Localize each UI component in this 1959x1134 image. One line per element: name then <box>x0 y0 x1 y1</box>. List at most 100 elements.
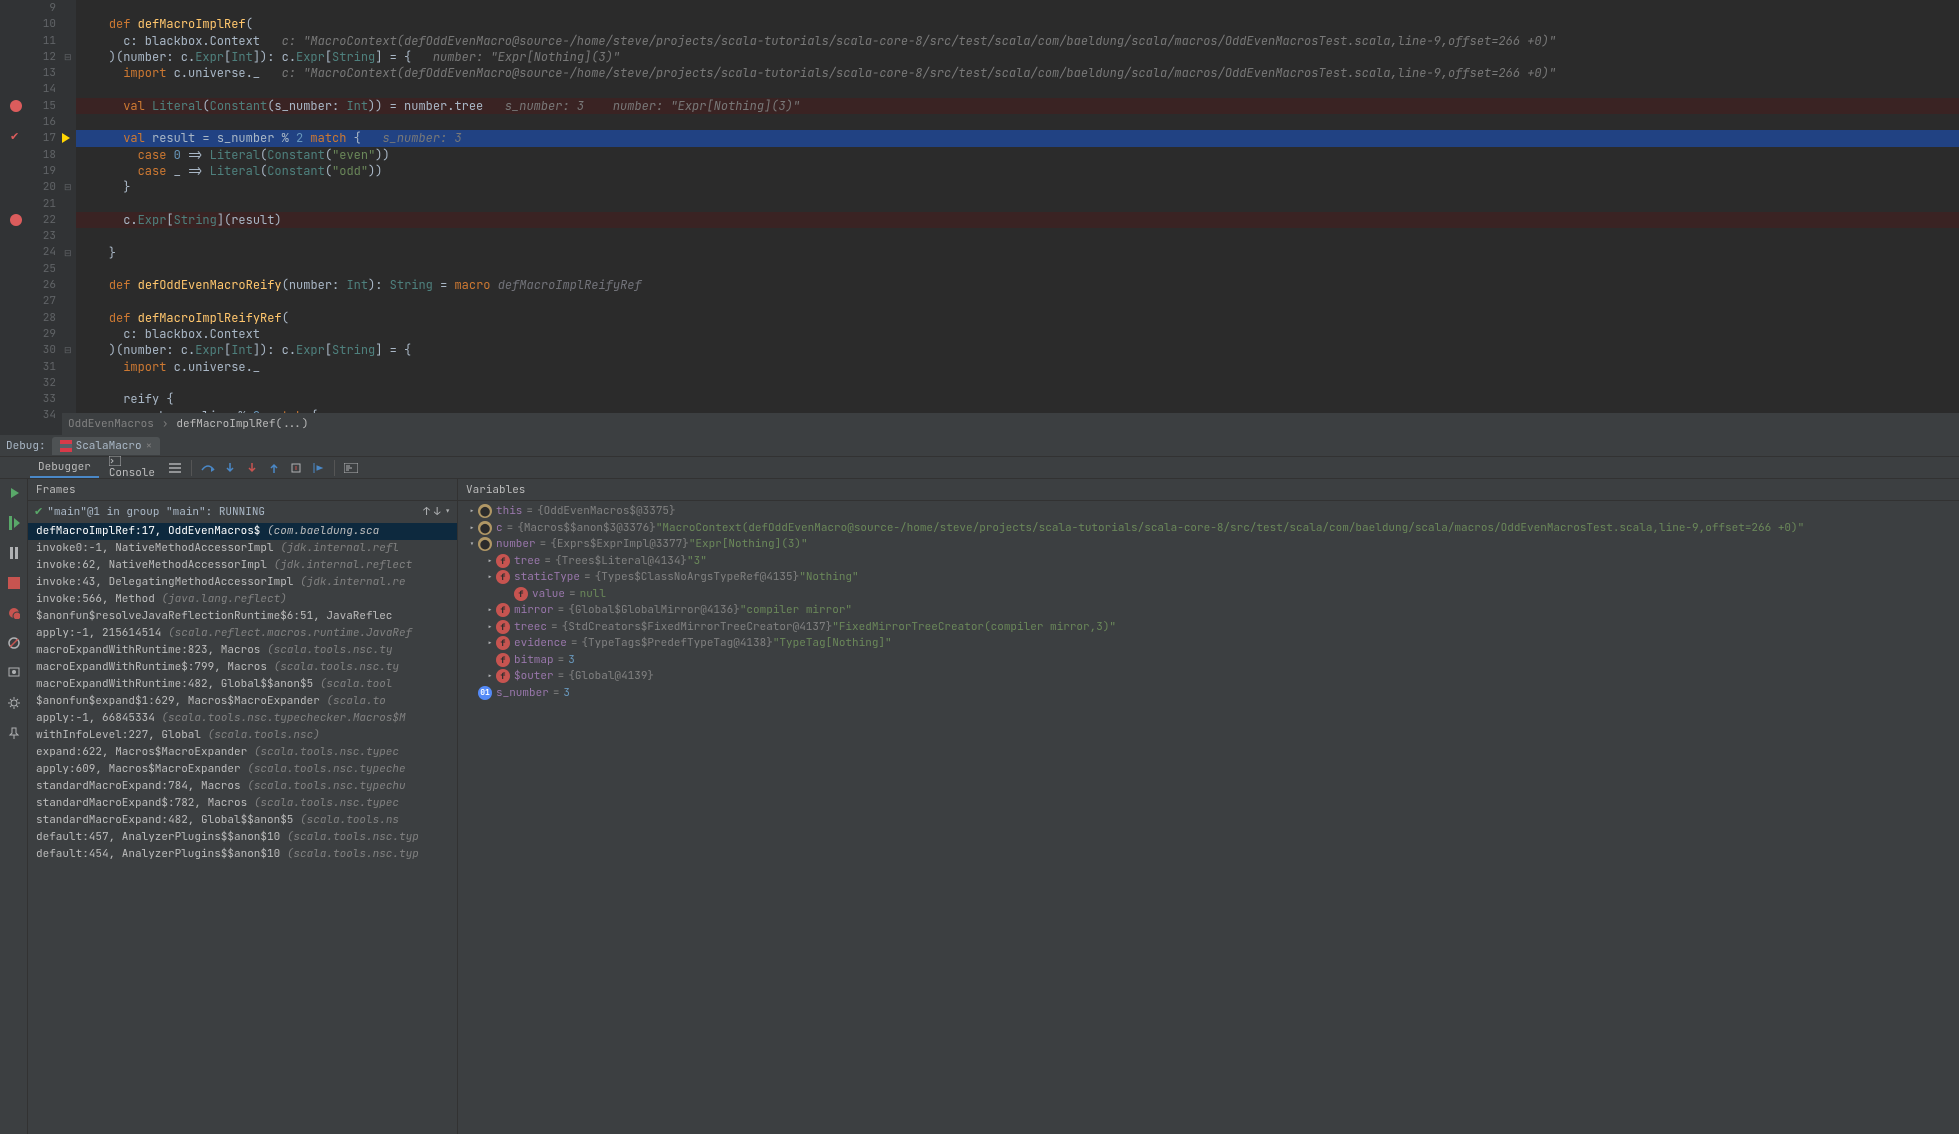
expand-icon[interactable]: ▸ <box>466 522 478 534</box>
expand-icon[interactable]: ▸ <box>484 637 496 649</box>
tab-console[interactable]: Console <box>101 454 163 482</box>
variable-row[interactable]: ▸ftree = {Trees$Literal@4134} "3" <box>462 553 1955 570</box>
fold-icon[interactable]: ⊟ <box>64 51 72 63</box>
stack-frame[interactable]: standardMacroExpand:784, Macros (scala.t… <box>28 778 457 795</box>
expand-icon[interactable]: ▸ <box>484 621 496 633</box>
breadcrumb-item[interactable]: defMacroImplRef(...) <box>176 417 308 431</box>
variable-row[interactable]: ▸f$outer = {Global@4139} <box>462 668 1955 685</box>
step-into-button[interactable] <box>220 458 240 478</box>
variable-row[interactable]: ▾⬤number = {Exprs$ExprImpl@3377} "Expr[N… <box>462 536 1955 553</box>
stack-frame[interactable]: expand:622, Macros$MacroExpander (scala.… <box>28 744 457 761</box>
filter-frames-button[interactable]: ▾ <box>444 505 451 519</box>
stack-frame[interactable]: macroExpandWithRuntime:482, Global$$anon… <box>28 676 457 693</box>
obj-icon: ⬤ <box>478 521 492 535</box>
variable-row[interactable]: ▸fstaticType = {Types$ClassNoArgsTypeRef… <box>462 569 1955 586</box>
variable-row[interactable]: fvalue = null <box>462 586 1955 603</box>
expand-icon[interactable]: ▾ <box>466 538 478 550</box>
stack-frame[interactable]: invoke:62, NativeMethodAccessorImpl (jdk… <box>28 557 457 574</box>
breadcrumb-item[interactable]: OddEvenMacros <box>68 417 154 431</box>
frames-header: Frames <box>28 479 457 501</box>
variable-row[interactable]: ▸⬤this = {OddEvenMacros$@3375} <box>462 503 1955 520</box>
breakpoint-icon[interactable] <box>10 214 22 226</box>
force-step-into-button[interactable] <box>242 458 262 478</box>
debug-tool-window: Debug: ScalaMacro × Debugger Console <box>0 435 1959 1134</box>
variable-row[interactable]: ▸⬤c = {Macros$$anon$3@3376} "MacroContex… <box>462 520 1955 537</box>
stack-frame[interactable]: defMacroImplRef:17, OddEvenMacros$ (com.… <box>28 523 457 540</box>
stack-frame[interactable]: invoke0:-1, NativeMethodAccessorImpl (jd… <box>28 540 457 557</box>
field-icon: f <box>496 554 510 568</box>
stack-frame[interactable]: default:457, AnalyzerPlugins$$anon$10 (s… <box>28 829 457 846</box>
run-config-tab[interactable]: ScalaMacro × <box>52 437 161 455</box>
stack-frame[interactable]: macroExpandWithRuntime:823, Macros (scal… <box>28 642 457 659</box>
drop-frame-button[interactable] <box>286 458 306 478</box>
stack-frame[interactable]: apply:-1, 215614514 (scala.reflect.macro… <box>28 625 457 642</box>
stack-frame[interactable]: apply:-1, 66845334 (scala.tools.nsc.type… <box>28 710 457 727</box>
stop-button[interactable] <box>4 573 24 593</box>
variable-row[interactable]: fbitmap = 3 <box>462 652 1955 669</box>
field-icon: f <box>496 570 510 584</box>
debug-body: Frames ✔ "main"@1 in group "main": RUNNI… <box>28 479 1959 1134</box>
variables-tree[interactable]: ▸⬤this = {OddEvenMacros$@3375}▸⬤c = {Mac… <box>458 501 1959 1134</box>
variables-panel: Variables ▸⬤this = {OddEvenMacros$@3375}… <box>458 479 1959 1134</box>
step-out-button[interactable] <box>264 458 284 478</box>
next-frame-button[interactable]: ↓ <box>434 505 441 519</box>
field-icon: f <box>496 669 510 683</box>
stack-frame[interactable]: macroExpandWithRuntime$:799, Macros (sca… <box>28 659 457 676</box>
stack-frame[interactable]: invoke:43, DelegatingMethodAccessorImpl … <box>28 574 457 591</box>
breakpoint-icon[interactable] <box>10 100 22 112</box>
code-editor[interactable]: 9101112131415161718192021222324252627282… <box>0 0 1959 435</box>
frame-list[interactable]: defMacroImplRef:17, OddEvenMacros$ (com.… <box>28 523 457 1134</box>
fold-icon[interactable]: ⊟ <box>64 344 72 356</box>
expand-icon[interactable]: ▸ <box>484 604 496 616</box>
rerun-button[interactable] <box>4 483 24 503</box>
breadcrumb[interactable]: OddEvenMacros › defMacroImplRef(...) <box>62 413 1959 435</box>
resume-button[interactable] <box>4 513 24 533</box>
debug-left-toolbar <box>0 479 28 1134</box>
fold-icon[interactable]: ⊟ <box>64 181 72 193</box>
expand-icon[interactable]: ▸ <box>484 555 496 567</box>
step-over-button[interactable] <box>198 458 218 478</box>
prev-frame-button[interactable]: ↑ <box>423 505 430 519</box>
field-icon: f <box>496 603 510 617</box>
stack-frame[interactable]: $anonfun$resolveJavaReflectionRuntime$6:… <box>28 608 457 625</box>
tab-debugger[interactable]: Debugger <box>30 458 99 478</box>
expand-icon[interactable]: ▸ <box>466 505 478 517</box>
close-icon[interactable]: × <box>146 439 153 453</box>
mute-breakpoints-button[interactable] <box>4 633 24 653</box>
code-area[interactable]: def defMacroImplRef( c: blackbox.Context… <box>76 0 1959 435</box>
stack-frame[interactable]: standardMacroExpand:482, Global$$anon$5 … <box>28 812 457 829</box>
field-icon: f <box>496 620 510 634</box>
fold-icon[interactable]: ⊟ <box>64 247 72 259</box>
run-to-cursor-button[interactable] <box>308 458 328 478</box>
variable-row[interactable]: ▸ftreec = {StdCreators$FixedMirrorTreeCr… <box>462 619 1955 636</box>
thread-selector[interactable]: ✔ "main"@1 in group "main": RUNNING ↑ ↓ … <box>28 501 457 523</box>
obj-icon: ⬤ <box>478 537 492 551</box>
get-thread-dump-button[interactable] <box>4 663 24 683</box>
fold-gutter[interactable]: ⊟⊟⊟⊟⊟ <box>62 0 76 435</box>
debug-title: Debug: <box>6 439 46 453</box>
field-icon: f <box>496 636 510 650</box>
stack-frame[interactable]: default:454, AnalyzerPlugins$$anon$10 (s… <box>28 846 457 863</box>
view-breakpoints-button[interactable] <box>4 603 24 623</box>
stack-frame[interactable]: invoke:566, Method (java.lang.reflect) <box>28 591 457 608</box>
debug-toolbar: Debugger Console <box>0 457 1959 479</box>
threads-icon[interactable] <box>165 458 185 478</box>
breakpoint-icon[interactable] <box>10 132 22 144</box>
stack-frame[interactable]: standardMacroExpand$:782, Macros (scala.… <box>28 795 457 812</box>
expand-icon[interactable]: ▸ <box>484 670 496 682</box>
pause-button[interactable] <box>4 543 24 563</box>
pin-button[interactable] <box>4 723 24 743</box>
stack-frame[interactable]: apply:609, Macros$MacroExpander (scala.t… <box>28 761 457 778</box>
variable-row[interactable]: ▸fmirror = {Global$GlobalMirror@4136} "c… <box>462 602 1955 619</box>
variable-row[interactable]: 01s_number = 3 <box>462 685 1955 702</box>
settings-button[interactable] <box>4 693 24 713</box>
variable-row[interactable]: ▸fevidence = {TypeTags$PredefTypeTag@413… <box>462 635 1955 652</box>
stack-frame[interactable]: withInfoLevel:227, Global (scala.tools.n… <box>28 727 457 744</box>
evaluate-expression-button[interactable] <box>341 458 361 478</box>
stack-frame[interactable]: $anonfun$expand$1:629, Macros$MacroExpan… <box>28 693 457 710</box>
field-icon: f <box>496 653 510 667</box>
breakpoint-gutter[interactable] <box>0 0 32 435</box>
execution-point-icon <box>62 133 72 143</box>
expand-icon[interactable]: ▸ <box>484 571 496 583</box>
field-icon: f <box>514 587 528 601</box>
